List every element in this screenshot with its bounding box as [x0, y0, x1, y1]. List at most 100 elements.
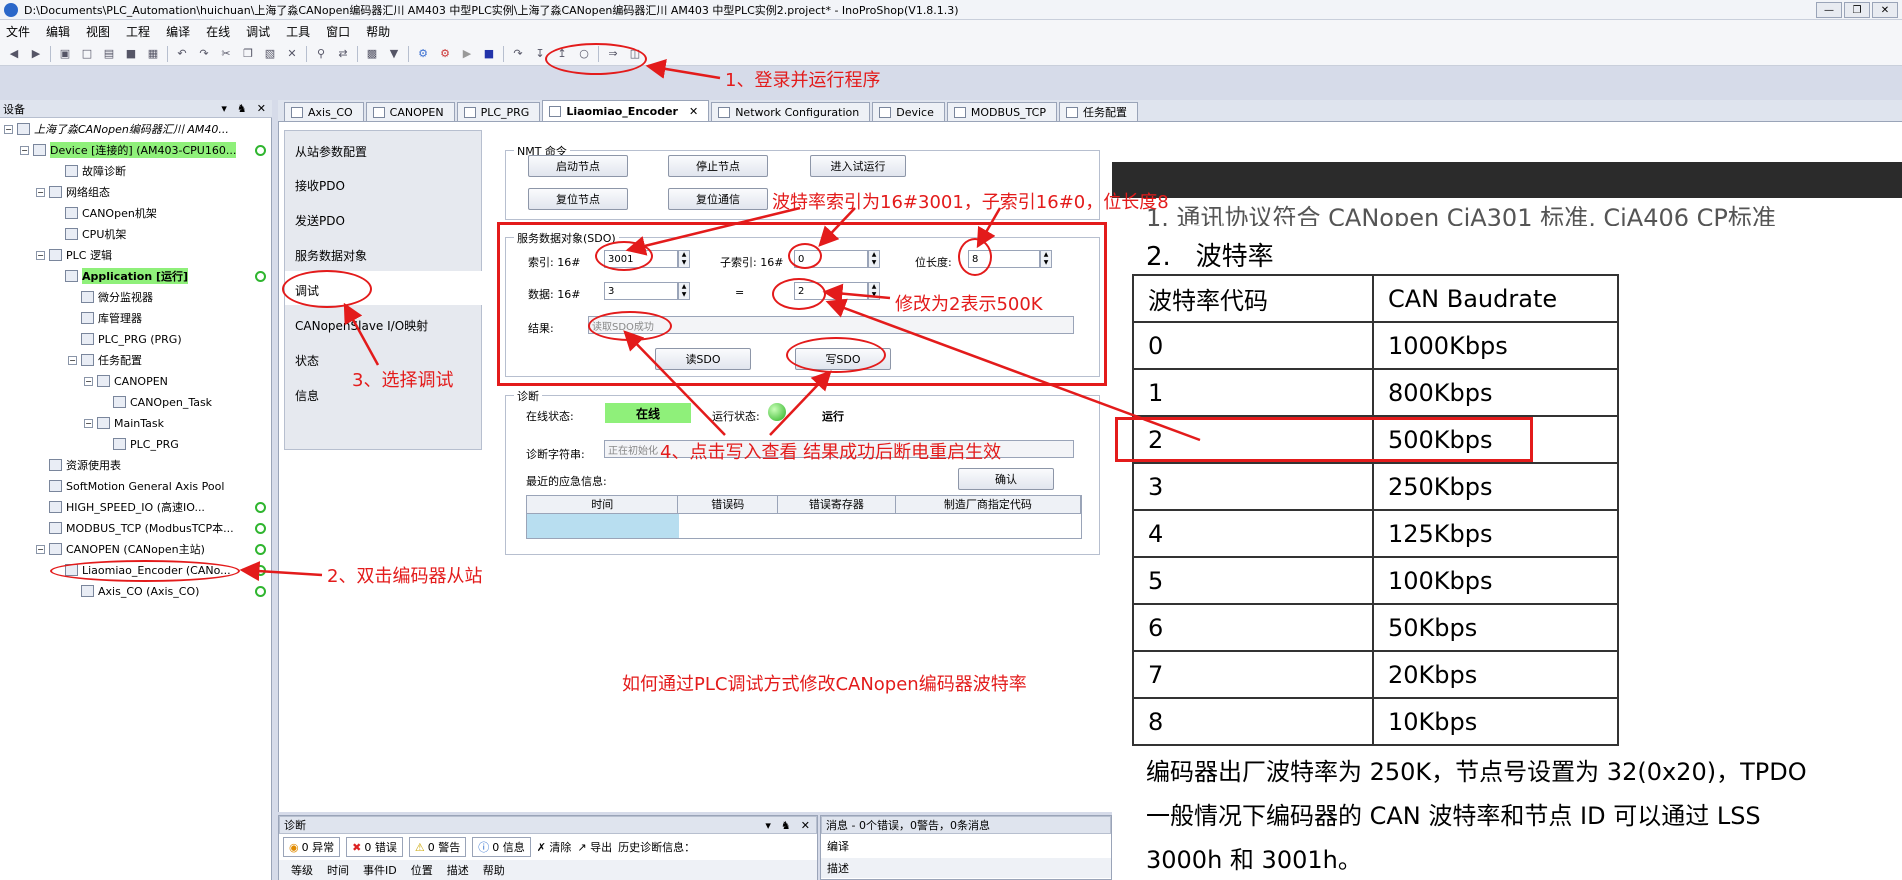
login-icon[interactable]: ⚙ [415, 46, 431, 62]
tree-node[interactable]: − PLC 逻辑 [36, 246, 266, 264]
back-icon[interactable]: ◀ [6, 46, 22, 62]
panel-menu-icon[interactable]: ▾ [221, 102, 227, 115]
tree-node[interactable]: 资源使用表 [36, 456, 266, 474]
close-button[interactable]: ✕ [1872, 2, 1898, 18]
config-nav-item[interactable]: 信息 [295, 387, 319, 404]
tree-node[interactable]: 库管理器 [68, 309, 266, 327]
config-nav-item[interactable]: 服务数据对象 [295, 247, 367, 264]
editor-tab[interactable]: PLC_PRG [456, 102, 541, 121]
expand-toggle-icon[interactable]: − [84, 376, 93, 386]
tree-node[interactable]: − CANOPEN (CANopen主站) [36, 540, 266, 558]
expand-toggle-icon[interactable]: − [4, 124, 13, 134]
enter-preop-button[interactable]: 进入试运行 [810, 155, 906, 177]
expand-toggle-icon[interactable]: − [36, 544, 45, 554]
stop-node-button[interactable]: 停止节点 [668, 155, 768, 177]
tree-node[interactable]: − MainTask [84, 414, 266, 432]
tree-node[interactable]: PLC_PRG (PRG) [68, 330, 266, 348]
tree-node[interactable]: − 网络组态 [36, 183, 266, 201]
reset-comm-button[interactable]: 复位通信 [668, 188, 768, 210]
tree-node[interactable]: − 任务配置 [68, 351, 266, 369]
menu-item[interactable]: 调试 [246, 23, 270, 40]
menu-item[interactable]: 视图 [86, 23, 110, 40]
menu-item[interactable]: 编辑 [46, 23, 70, 40]
copy-icon[interactable]: ❐ [240, 46, 256, 62]
paste-icon[interactable]: ▧ [262, 46, 278, 62]
editor-tab[interactable]: CANOPEN [365, 102, 455, 121]
tree-node-label: 微分监视器 [98, 291, 153, 304]
menu-item[interactable]: 帮助 [366, 23, 390, 40]
tree-node[interactable]: − 上海了淼CANopen编码器汇川 AM40... [4, 120, 266, 138]
tree-node[interactable]: SoftMotion General Axis Pool [36, 477, 266, 495]
tab-close-icon[interactable]: ✕ [689, 105, 698, 118]
tree-node[interactable]: 微分监视器 [68, 288, 266, 306]
replace-icon[interactable]: ⇄ [335, 46, 351, 62]
minimize-button[interactable]: — [1816, 2, 1842, 18]
expand-toggle-icon[interactable]: − [36, 250, 45, 260]
exceptions-filter[interactable]: ◉ 0 异常 [283, 837, 341, 857]
tree-node[interactable]: CPU机架 [52, 225, 266, 243]
editor-tab[interactable]: Device [872, 102, 945, 121]
redo-icon[interactable]: ↷ [196, 46, 212, 62]
menu-item[interactable]: 工程 [126, 23, 150, 40]
tree-node[interactable]: Axis_CO (Axis_CO) [68, 582, 266, 600]
forward-icon[interactable]: ▶ [28, 46, 44, 62]
panel-close-icon[interactable]: ✕ [257, 102, 266, 115]
expand-toggle-icon[interactable]: − [84, 418, 93, 428]
cut-icon[interactable]: ✂ [218, 46, 234, 62]
tree-node[interactable]: 故障诊断 [52, 162, 266, 180]
menu-item[interactable]: 工具 [286, 23, 310, 40]
reset-node-button[interactable]: 复位节点 [528, 188, 628, 210]
clear-button[interactable]: ✗ 清除 [537, 839, 572, 855]
tree-node[interactable]: CANOpen机架 [52, 204, 266, 222]
config-nav-item[interactable]: 状态 [295, 352, 319, 369]
expand-toggle-icon[interactable]: − [36, 187, 45, 197]
export-button[interactable]: ↗ 导出 [577, 839, 612, 855]
device-icon[interactable]: ▣ [57, 46, 73, 62]
tree-node[interactable]: MODBUS_TCP (ModbusTCP本... [36, 519, 266, 537]
editor-tab[interactable]: 任务配置 [1058, 102, 1138, 121]
logout-icon[interactable]: ⚙ [437, 46, 453, 62]
infos-filter[interactable]: ⓘ 0 信息 [472, 837, 531, 857]
restore-button[interactable]: ❐ [1844, 2, 1870, 18]
new-file-icon[interactable]: □ [79, 46, 95, 62]
editor-tab[interactable]: Axis_CO [284, 102, 364, 121]
download-icon[interactable]: ▼ [386, 46, 402, 62]
pin-icon[interactable]: ♞ [237, 102, 247, 115]
tree-node[interactable]: − Device [连接的] (AM403-CPU160... [20, 141, 266, 159]
expand-toggle-icon[interactable]: − [20, 145, 29, 155]
open-folder-icon[interactable]: ▤ [101, 46, 117, 62]
config-nav-item[interactable]: 发送PDO [295, 212, 345, 229]
run-icon[interactable]: ▶ [459, 46, 475, 62]
stop-icon[interactable]: ■ [481, 46, 497, 62]
find-icon[interactable]: ⚲ [313, 46, 329, 62]
tree-node[interactable]: HIGH_SPEED_IO (高速IO... [36, 498, 266, 516]
config-nav-item[interactable]: CANopenSlave I/O映射 [295, 317, 428, 334]
tree-node[interactable]: − CANOPEN [84, 372, 266, 390]
pane-menu-icon[interactable]: ▾ [765, 819, 771, 832]
undo-icon[interactable]: ↶ [174, 46, 190, 62]
build-icon[interactable]: ▩ [364, 46, 380, 62]
pane-close-icon[interactable]: ✕ [801, 819, 810, 832]
menu-item[interactable]: 在线 [206, 23, 230, 40]
pane-pin-icon[interactable]: ♞ [781, 819, 791, 832]
print-icon[interactable]: ▦ [145, 46, 161, 62]
expand-toggle-icon[interactable]: − [68, 355, 77, 365]
menu-item[interactable]: 编译 [166, 23, 190, 40]
tree-node[interactable]: Application [运行] [52, 267, 266, 285]
save-icon[interactable]: ■ [123, 46, 139, 62]
tree-node[interactable]: CANOpen_Task [100, 393, 266, 411]
config-nav-item[interactable]: 从站参数配置 [295, 143, 367, 160]
warnings-filter[interactable]: ⚠ 0 警告 [408, 837, 467, 857]
delete-icon[interactable]: ✕ [284, 46, 300, 62]
start-node-button[interactable]: 启动节点 [528, 155, 628, 177]
errors-filter[interactable]: ✖ 0 错误 [346, 837, 403, 857]
menu-item[interactable]: 文件 [6, 23, 30, 40]
tree-node[interactable]: PLC_PRG [100, 435, 266, 453]
menu-item[interactable]: 窗口 [326, 23, 350, 40]
confirm-button[interactable]: 确认 [958, 468, 1054, 490]
config-nav-item[interactable]: 接收PDO [295, 177, 345, 194]
step-over-icon[interactable]: ↷ [510, 46, 526, 62]
editor-tab[interactable]: Liaomiao_Encoder ✕ [542, 100, 710, 121]
editor-tab[interactable]: MODBUS_TCP [946, 102, 1057, 121]
editor-tab[interactable]: Network Configuration [711, 102, 871, 121]
